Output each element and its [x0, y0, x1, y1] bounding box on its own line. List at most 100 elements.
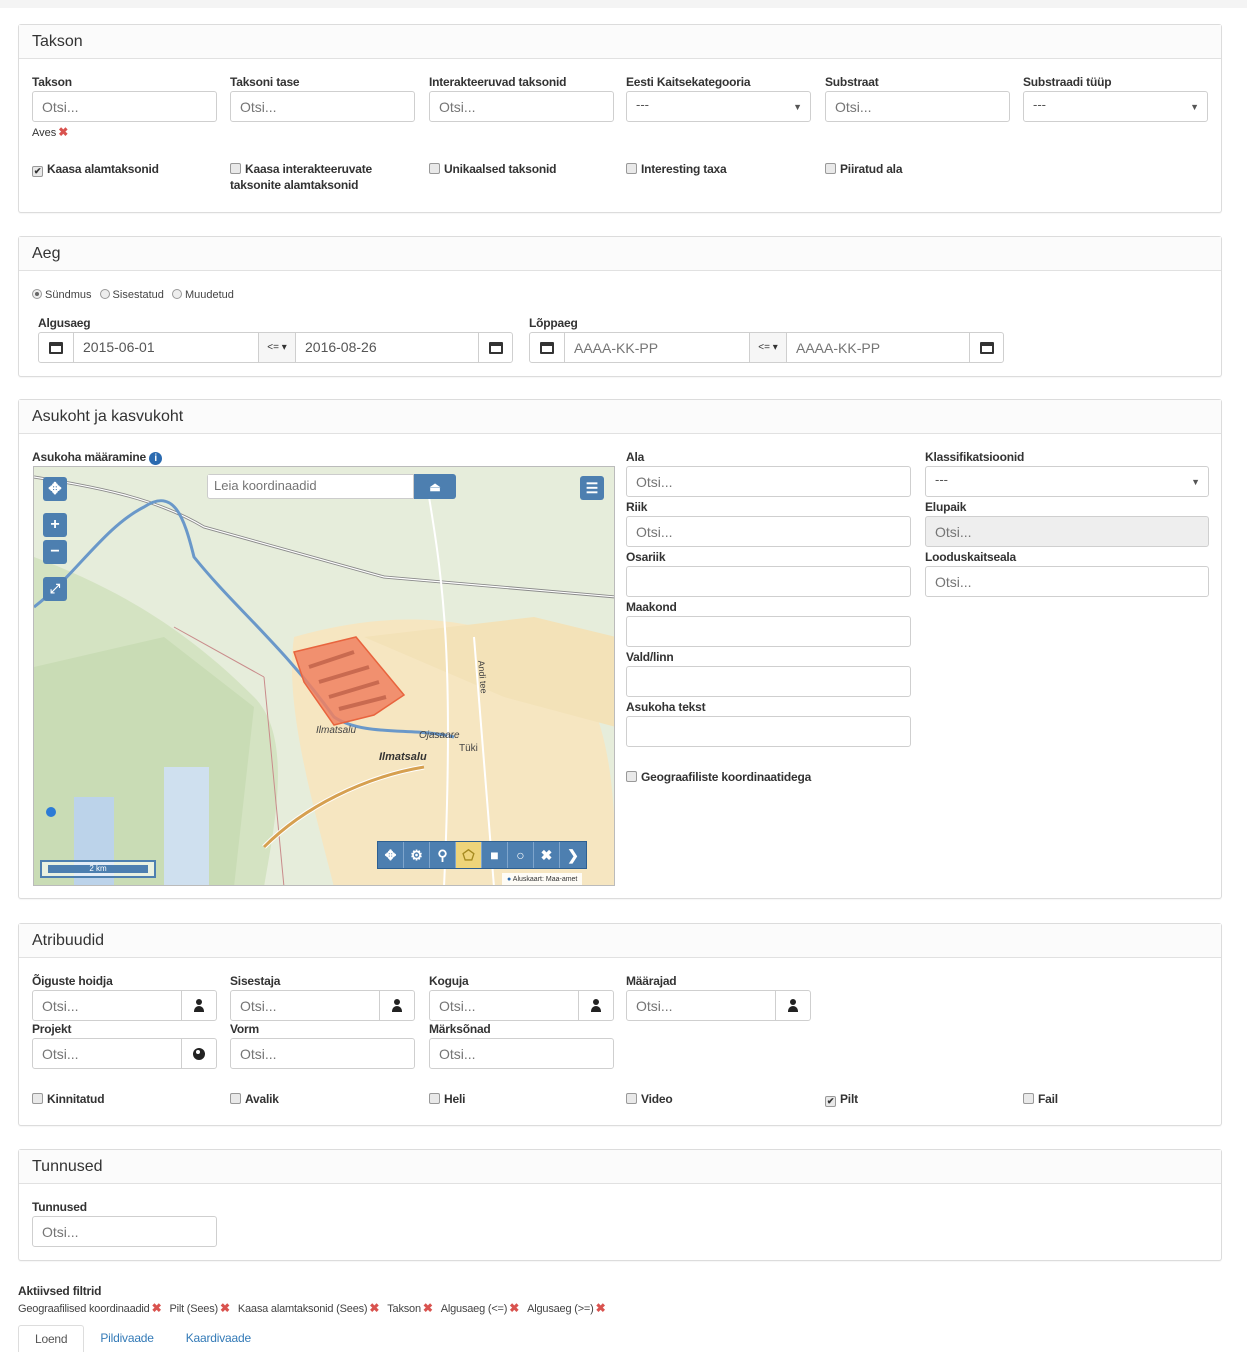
checkbox-icon: [626, 163, 637, 174]
filter-tag: Takson ✖: [387, 1301, 441, 1315]
fullscreen-icon[interactable]: ⤢: [43, 577, 67, 601]
coordinate-search-button[interactable]: ⏏: [414, 474, 456, 499]
identifiers-person-button[interactable]: [775, 990, 811, 1021]
scale-bar-label: 2 km: [48, 865, 148, 873]
substrate-type-select[interactable]: --- ▼: [1023, 91, 1208, 122]
radio-entered[interactable]: Sisestatud: [99, 289, 164, 301]
radio-event[interactable]: Sündmus: [32, 289, 91, 301]
pan-tool-icon[interactable]: ✥: [378, 842, 404, 868]
interacting-taxa-input[interactable]: [429, 91, 614, 122]
delete-icon[interactable]: ✖: [534, 842, 560, 868]
taxon-input[interactable]: [32, 91, 217, 122]
end-to-calendar-button[interactable]: [969, 332, 1004, 363]
checkbox-label: Video: [641, 1092, 673, 1106]
checkbox-image[interactable]: ✔ Pilt: [825, 1091, 858, 1107]
entered-by-person-button[interactable]: [379, 990, 415, 1021]
tags-input[interactable]: [32, 1216, 217, 1247]
map[interactable]: Ilmatsalu Ilmatsalu Ojasaare Tüki Andi t…: [33, 466, 615, 886]
checkbox-geo-coordinates[interactable]: Geograafiliste koordinaatidega: [626, 769, 811, 785]
remove-icon[interactable]: ✖: [509, 1301, 519, 1315]
zoom-in-button[interactable]: +: [43, 513, 67, 537]
substrate-input[interactable]: [825, 91, 1010, 122]
entered-by-input[interactable]: [230, 990, 380, 1021]
remove-icon[interactable]: ✖: [58, 125, 68, 139]
checkbox-restricted-area[interactable]: Piiratud ala: [825, 161, 902, 177]
map-canvas: [34, 467, 614, 885]
end-operator-select[interactable]: <= ▾: [749, 332, 787, 363]
project-globe-button[interactable]: [181, 1038, 217, 1069]
settings-icon[interactable]: ⚙: [404, 842, 430, 868]
tab-image-view[interactable]: Pildivaade: [84, 1325, 169, 1352]
municipality-input[interactable]: [626, 666, 911, 697]
location-text-label: Asukoha tekst: [626, 700, 706, 714]
taxon-panel-title: Takson: [19, 25, 1221, 59]
checkbox-icon: [626, 771, 637, 782]
form-input[interactable]: [230, 1038, 415, 1069]
radio-modified[interactable]: Muudetud: [171, 289, 234, 301]
checkbox-file[interactable]: Fail: [1023, 1091, 1058, 1107]
remove-icon[interactable]: ✖: [596, 1301, 606, 1315]
substrate-type-value: ---: [1033, 97, 1046, 112]
remove-icon[interactable]: ✖: [220, 1301, 230, 1315]
rights-holder-person-button[interactable]: [181, 990, 217, 1021]
county-input[interactable]: [626, 616, 911, 647]
rectangle-icon[interactable]: ■: [482, 842, 508, 868]
info-icon[interactable]: i: [149, 452, 163, 465]
checkbox-video[interactable]: Video: [626, 1091, 673, 1107]
tags-label: Tunnused: [32, 1200, 87, 1214]
country-input[interactable]: [626, 516, 911, 547]
menu-icon[interactable]: ☰: [580, 476, 604, 500]
checkbox-include-subtaxa[interactable]: ✔ Kaasa alamtaksonid: [32, 161, 159, 177]
classifications-select[interactable]: --- ▼: [925, 466, 1209, 497]
checkbox-sound[interactable]: Heli: [429, 1091, 465, 1107]
pan-icon[interactable]: ✥: [43, 477, 67, 501]
coordinate-search-input[interactable]: [208, 475, 403, 496]
chevron-right-icon[interactable]: ❯: [560, 842, 586, 868]
checkbox-interesting-taxa[interactable]: Interesting taxa: [626, 161, 727, 177]
circle-icon[interactable]: ○: [508, 842, 534, 868]
taxon-rank-input[interactable]: [230, 91, 415, 122]
area-label: Ala: [626, 450, 645, 464]
remove-icon[interactable]: ✖: [369, 1301, 379, 1315]
keywords-input[interactable]: [429, 1038, 614, 1069]
tab-map-view[interactable]: Kaardivaade: [170, 1325, 267, 1352]
coordinate-search-box[interactable]: [207, 474, 414, 499]
start-operator-select[interactable]: <= ▾: [258, 332, 296, 363]
protected-area-input[interactable]: [925, 566, 1209, 597]
filter-tag: Pilt (Sees) ✖: [169, 1301, 237, 1315]
person-icon: [787, 999, 799, 1012]
substrate-label: Substraat: [825, 75, 879, 89]
end-from-input[interactable]: [564, 332, 750, 363]
project-input[interactable]: [32, 1038, 182, 1069]
checkbox-include-interacting-subtaxa[interactable]: Kaasa interakteeruvate taksonite alamtak…: [230, 161, 400, 193]
location-text-input[interactable]: [626, 716, 911, 747]
end-from-calendar-button[interactable]: [529, 332, 565, 363]
identifiers-input[interactable]: [626, 990, 776, 1021]
start-to-calendar-button[interactable]: [478, 332, 513, 363]
tab-list[interactable]: Loend: [18, 1325, 85, 1352]
zoom-out-button[interactable]: −: [43, 540, 67, 564]
collector-input[interactable]: [429, 990, 579, 1021]
marker-icon[interactable]: ⚲: [430, 842, 456, 868]
radio-label: Sündmus: [45, 289, 92, 301]
rights-holder-input[interactable]: [32, 990, 182, 1021]
polygon-icon[interactable]: ⬠: [456, 842, 482, 868]
checkbox-confirmed[interactable]: Kinnitatud: [32, 1091, 105, 1107]
remove-icon[interactable]: ✖: [423, 1301, 433, 1315]
start-from-input[interactable]: 2015-06-01: [73, 332, 259, 363]
form-label: Vorm: [230, 1022, 259, 1036]
start-to-input[interactable]: 2016-08-26: [295, 332, 479, 363]
filter-tag-label: Kaasa alamtaksonid (Sees): [237, 1303, 368, 1315]
person-icon: [590, 999, 602, 1012]
protection-category-select[interactable]: --- ▼: [626, 91, 811, 122]
checkbox-unique-taxa[interactable]: Unikaalsed taksonid: [429, 161, 556, 177]
filter-tag: Algusaeg (>=) ✖: [527, 1301, 613, 1315]
attributes-panel-title: Atribuudid: [19, 924, 1221, 958]
area-input[interactable]: [626, 466, 911, 497]
state-input[interactable]: [626, 566, 911, 597]
checkbox-public[interactable]: Avalik: [230, 1091, 279, 1107]
start-from-calendar-button[interactable]: [38, 332, 74, 363]
end-to-input[interactable]: [786, 332, 970, 363]
collector-person-button[interactable]: [578, 990, 614, 1021]
remove-icon[interactable]: ✖: [152, 1301, 162, 1315]
